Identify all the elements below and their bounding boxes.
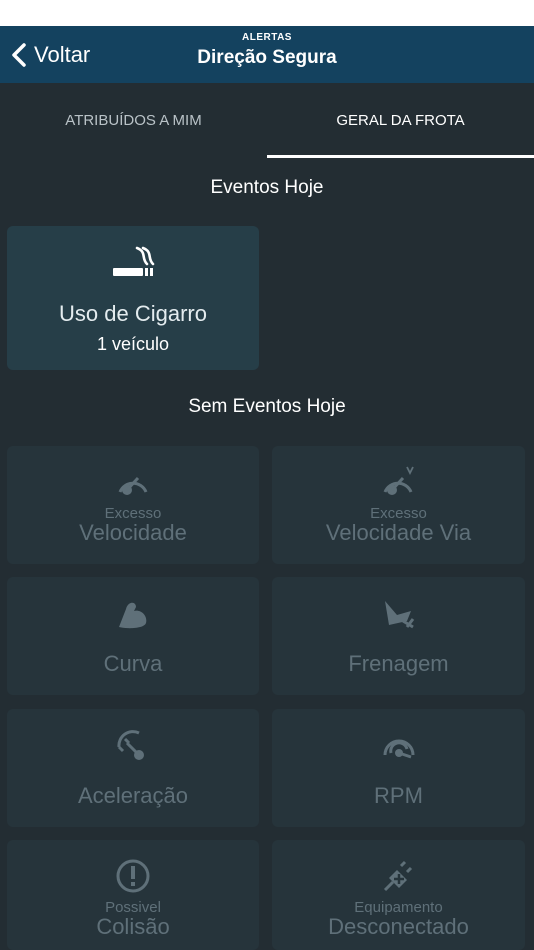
tab-fleet-overview[interactable]: GERAL DA FROTA [267, 83, 534, 157]
page-title: Direção Segura [197, 47, 337, 68]
nav-bar: Voltar ALERTAS Direção Segura [0, 26, 534, 83]
card-label: Aceleração [77, 783, 189, 808]
card-curve[interactable]: Curva [7, 577, 259, 695]
card-label: Velocidade [79, 520, 187, 545]
nav-titles: ALERTAS Direção Segura [0, 32, 534, 69]
card-label: Frenagem [348, 651, 449, 676]
card-acceleration[interactable]: Aceleração [7, 709, 259, 827]
no-events-today-title: Sem Eventos Hoje [188, 396, 346, 417]
card-label: Desconectado [328, 914, 469, 939]
card-label: Velocidade Via [325, 520, 472, 545]
smoking-icon [113, 246, 155, 276]
card-smoking[interactable]: Uso de Cigarro 1 veículo [7, 226, 259, 370]
card-label: RPM [374, 783, 423, 808]
speedometer-icon [118, 476, 148, 495]
acceleration-icon [117, 730, 144, 760]
disconnected-plug-icon [383, 860, 412, 892]
tab-bar: ATRIBUÍDOS A MIM GERAL DA FROTA [0, 83, 534, 157]
tab-selected-indicator [267, 155, 534, 158]
card-label: Colisão [96, 914, 170, 939]
card-speeding[interactable]: Excesso Velocidade [7, 446, 259, 564]
tab-assigned-to-me[interactable]: ATRIBUÍDOS A MIM [0, 83, 267, 157]
collision-warning-icon [116, 859, 150, 893]
card-count: 1 veículo [96, 334, 170, 354]
card-rpm[interactable]: RPM [272, 709, 525, 827]
events-today-title: Eventos Hoje [210, 177, 324, 198]
card-collision[interactable]: Possivel Colisão [7, 840, 259, 950]
braking-icon [384, 601, 414, 629]
card-braking[interactable]: Frenagem [272, 577, 525, 695]
card-disconnected[interactable]: Equipamento Desconectado [272, 840, 525, 950]
card-label: Curva [103, 651, 163, 676]
card-label: Uso de Cigarro [59, 301, 207, 326]
card-road-speeding[interactable]: Excesso Velocidade Via [272, 446, 525, 564]
nav-subtitle: ALERTAS [242, 32, 292, 43]
road-speedometer-icon [383, 466, 414, 495]
status-bar [0, 0, 534, 26]
rpm-icon [383, 739, 414, 759]
curve-icon [119, 602, 147, 629]
